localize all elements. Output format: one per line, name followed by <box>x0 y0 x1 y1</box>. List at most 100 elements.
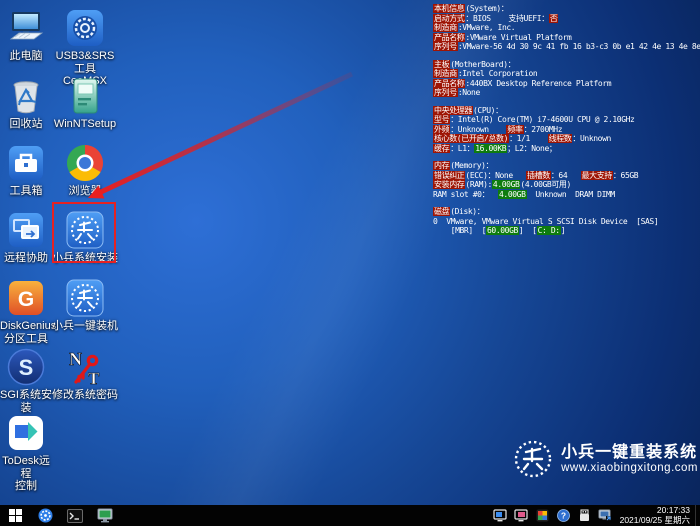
desktop-icon-sgi-install[interactable]: S SGI系统安装 <box>0 347 52 414</box>
system-tray: ? <box>492 505 614 526</box>
todesk-icon <box>6 413 46 453</box>
info-segment-label: 外频 <box>433 125 450 134</box>
info-segment-plain: (ECC)：None <box>465 171 512 180</box>
info-segment-plain: RAM slot #0： <box>433 190 498 199</box>
diskgenius-icon: G <box>6 278 46 318</box>
desktop-icon-browser[interactable]: 浏览器 <box>52 143 118 198</box>
watermark-url: www.xiaobingxitong.com <box>561 462 698 475</box>
info-segment-plain: (Memory)： <box>450 161 493 170</box>
info-segment-plain: ：2700MHz <box>524 125 563 134</box>
desktop-icon-label: DiskGenius 分区工具 <box>0 320 52 345</box>
desktop-icon-label: 此电脑 <box>0 50 52 63</box>
system-info-line: 本机信息(System)： <box>433 4 699 14</box>
change-password-icon: NT <box>65 347 105 387</box>
winntsetup-icon <box>65 76 105 116</box>
info-segment-plain <box>530 134 548 143</box>
desktop-icon-label: WinNTSetup <box>52 118 118 131</box>
taskbar-button-pe-network[interactable] <box>90 505 120 526</box>
tray-monitor-pink-icon <box>514 509 528 522</box>
tray-monitor-blue-button[interactable] <box>492 505 509 526</box>
tray-usb-icon <box>578 509 591 522</box>
desktop-icon-change-password[interactable]: NT修改系统密码 <box>52 347 118 402</box>
info-segment-green: 4.00GB <box>492 180 521 189</box>
desktop-icon-xiaobing-onekey[interactable]: 小兵一键装机 <box>52 278 118 333</box>
toolbox-icon <box>6 143 46 183</box>
xiaobing-logo-icon <box>511 437 555 481</box>
taskbar-button-cmd[interactable] <box>60 505 90 526</box>
info-segment-plain: ：65GB <box>613 171 638 180</box>
system-info-line: 缓存：L1：16.00KB；L2：None； <box>433 144 699 154</box>
info-segment-green: C: D: <box>537 226 561 235</box>
info-segment-plain: :None <box>458 88 480 97</box>
system-info-line: 错误纠正(ECC)：None 插槽数：64 最大支持：65GB <box>433 171 699 181</box>
info-segment-plain: :VMware Virtual Platform <box>465 33 571 42</box>
info-segment-plain: (System)： <box>465 4 508 13</box>
sgi-install-icon: S <box>6 347 46 387</box>
tray-help-button[interactable]: ? <box>555 505 572 526</box>
pe-network-icon <box>97 508 113 523</box>
desktop-icon-winntsetup[interactable]: WinNTSetup <box>52 76 118 131</box>
system-info-line: 磁盘(Disk)： <box>433 207 699 217</box>
info-segment-plain: (CPU)： <box>473 106 503 115</box>
tray-pc-button[interactable] <box>597 505 614 526</box>
desktop-icon-recycle-bin[interactable]: 回收站 <box>0 76 52 131</box>
info-segment-plain <box>513 171 526 180</box>
system-info-line: 核心数(已开启/总数)：1/1 线程数：Unknown <box>433 134 699 144</box>
info-segment-red: 否 <box>549 14 559 23</box>
recycle-bin-icon <box>6 76 46 116</box>
system-info-section: 内存(Memory)：错误纠正(ECC)：None 插槽数：64 最大支持：65… <box>433 161 699 199</box>
tray-usb-button[interactable] <box>576 505 593 526</box>
info-segment-plain: ：64 <box>551 171 567 180</box>
system-info-section: 中央处理器(CPU)：型号：Intel(R) Core(TM) i7-4600U… <box>433 106 699 154</box>
desktop-icon-diskgenius[interactable]: GDiskGenius 分区工具 <box>0 278 52 345</box>
watermark-title: 小兵一键重装系统 <box>561 444 698 462</box>
info-segment-label: 安装内存 <box>433 180 465 189</box>
info-segment-plain: ：1/1 <box>509 134 530 143</box>
desktop-icon-toolbox[interactable]: 工具箱 <box>0 143 52 198</box>
info-segment-plain: (4.00GB可用) <box>520 180 571 189</box>
info-segment-plain: (MotherBoard)： <box>450 60 515 69</box>
system-info-line: 制造商:VMware, Inc. <box>433 23 699 33</box>
info-segment-label: 缓存 <box>433 144 450 153</box>
system-info-line: 安装内存(RAM):4.00GB(4.00GB可用) <box>433 180 699 190</box>
info-segment-plain: ：Intel(R) Core(TM) i7-4600U CPU @ 2.10GH… <box>450 115 634 124</box>
svg-text:N: N <box>69 349 82 369</box>
info-segment-label: 插槽数 <box>526 171 551 180</box>
system-info-line: 内存(Memory)： <box>433 161 699 171</box>
info-segment-plain: 0 VMware, VMware Virtual S SCSI Disk Dev… <box>433 217 658 226</box>
desktop-icon-label: SGI系统安装 <box>0 389 52 414</box>
info-segment-plain: ：L1： <box>450 144 474 153</box>
info-segment-label: 线程数 <box>548 134 573 143</box>
info-segment-plain: :440BX Desktop Reference Platform <box>465 79 611 88</box>
desktop-icon-this-pc[interactable]: 此电脑 <box>0 8 52 63</box>
xiaobing-gear-icon <box>38 508 53 523</box>
tray-display-button[interactable] <box>534 505 551 526</box>
info-segment-green: 16.00KB <box>474 144 507 153</box>
tray-monitor-pink-button[interactable] <box>513 505 530 526</box>
system-info-line: 0 VMware, VMware Virtual S SCSI Disk Dev… <box>433 217 699 227</box>
taskbar-clock[interactable]: 20:17:33 2021/09/25 星期六 <box>620 506 695 525</box>
info-segment-plain: ] <box>561 226 565 235</box>
svg-text:S: S <box>19 355 34 380</box>
info-segment-plain: ；L2：None； <box>507 144 556 153</box>
show-desktop-button[interactable] <box>695 505 700 526</box>
info-segment-green: 60.00GB <box>486 226 519 235</box>
system-info-line: 制造商:Intel Corporation <box>433 69 699 79</box>
desktop-icon-remote-assist[interactable]: 远程协助 <box>0 210 52 265</box>
cmd-icon <box>67 509 83 523</box>
browser-icon <box>65 143 105 183</box>
windows-logo-icon <box>9 509 22 522</box>
desktop-icon-label: 回收站 <box>0 118 52 131</box>
info-segment-label: 启动方式 <box>433 14 465 23</box>
system-info-line: 型号：Intel(R) Core(TM) i7-4600U CPU @ 2.10… <box>433 115 699 125</box>
taskbar-button-xiaobing-gear[interactable] <box>30 505 60 526</box>
tray-display-icon <box>536 509 549 522</box>
info-segment-label: 磁盘 <box>433 207 450 216</box>
start-button[interactable] <box>0 505 30 526</box>
info-segment-label: 产品名称 <box>433 33 465 42</box>
desktop-icon-todesk[interactable]: ToDesk远程 控制 <box>0 413 52 493</box>
info-segment-plain: :VMware-56 4d 30 9c 41 fb 16 b3-c3 0b e1… <box>458 42 700 51</box>
svg-text:T: T <box>88 369 100 387</box>
highlight-box <box>52 202 116 263</box>
info-segment-label: 错误纠正 <box>433 171 465 180</box>
